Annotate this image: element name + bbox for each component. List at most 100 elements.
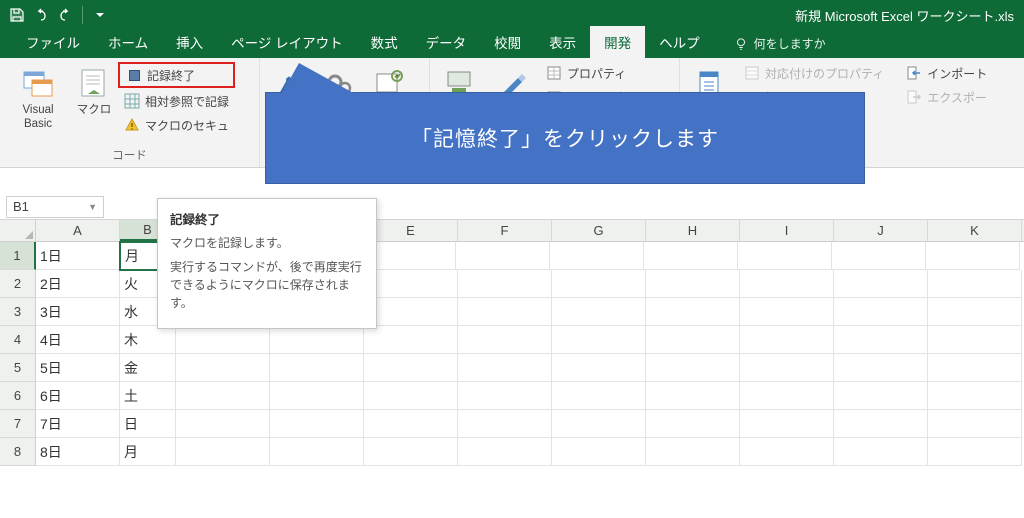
cell[interactable]: [364, 326, 458, 354]
undo-button[interactable]: [30, 3, 52, 27]
cell[interactable]: [740, 410, 834, 438]
cell[interactable]: [928, 298, 1022, 326]
cell[interactable]: [552, 270, 646, 298]
cell[interactable]: [928, 270, 1022, 298]
cell[interactable]: [646, 326, 740, 354]
cell[interactable]: [270, 354, 364, 382]
cell[interactable]: [270, 382, 364, 410]
cell[interactable]: [740, 270, 834, 298]
cell[interactable]: [552, 410, 646, 438]
cell[interactable]: [364, 270, 458, 298]
cell[interactable]: [928, 354, 1022, 382]
cell[interactable]: [740, 326, 834, 354]
cell[interactable]: 5日: [36, 354, 120, 382]
tab-layout[interactable]: ページ レイアウト: [217, 26, 356, 58]
cell[interactable]: [270, 438, 364, 466]
cell[interactable]: [364, 410, 458, 438]
col-header-K[interactable]: K: [928, 220, 1022, 241]
cell[interactable]: [364, 382, 458, 410]
row-header[interactable]: 7: [0, 410, 36, 438]
cell[interactable]: [834, 354, 928, 382]
cell[interactable]: [458, 410, 552, 438]
cell[interactable]: [364, 438, 458, 466]
cell[interactable]: [926, 242, 1020, 270]
cell[interactable]: [834, 438, 928, 466]
cell[interactable]: [176, 410, 270, 438]
cell[interactable]: [646, 354, 740, 382]
cell[interactable]: 6日: [36, 382, 120, 410]
tab-insert[interactable]: 挿入: [162, 26, 217, 58]
tab-formulas[interactable]: 数式: [357, 26, 412, 58]
col-header-J[interactable]: J: [834, 220, 928, 241]
cell[interactable]: [270, 410, 364, 438]
cell[interactable]: [552, 326, 646, 354]
cell[interactable]: [832, 242, 926, 270]
tab-home[interactable]: ホーム: [94, 26, 162, 58]
col-header-E[interactable]: E: [364, 220, 458, 241]
cell[interactable]: [928, 382, 1022, 410]
col-header-F[interactable]: F: [458, 220, 552, 241]
row-header[interactable]: 4: [0, 326, 36, 354]
cell[interactable]: 2日: [36, 270, 120, 298]
cell[interactable]: [834, 298, 928, 326]
cell[interactable]: 3日: [36, 298, 120, 326]
save-button[interactable]: [6, 3, 28, 27]
redo-button[interactable]: [54, 3, 76, 27]
cell[interactable]: [740, 382, 834, 410]
cell[interactable]: [552, 438, 646, 466]
row-header[interactable]: 2: [0, 270, 36, 298]
worksheet-grid[interactable]: A B C D E F G H I J K 11日月22日火33日水44日木55…: [0, 220, 1024, 466]
cell[interactable]: [458, 438, 552, 466]
tab-data[interactable]: データ: [412, 26, 481, 58]
cell[interactable]: [458, 382, 552, 410]
cell[interactable]: [740, 354, 834, 382]
tab-help[interactable]: ヘルプ: [645, 26, 714, 58]
col-header-G[interactable]: G: [552, 220, 646, 241]
cell[interactable]: [458, 270, 552, 298]
cell[interactable]: [834, 326, 928, 354]
row-header[interactable]: 1: [0, 242, 36, 270]
col-header-A[interactable]: A: [36, 220, 120, 241]
cell[interactable]: [270, 326, 364, 354]
cell[interactable]: 1日: [36, 242, 120, 270]
cell[interactable]: 月: [120, 438, 176, 466]
cell[interactable]: [176, 438, 270, 466]
cell[interactable]: [740, 438, 834, 466]
cell[interactable]: [928, 326, 1022, 354]
cell[interactable]: [834, 270, 928, 298]
tell-me-search[interactable]: 何をしますか: [724, 29, 836, 58]
cell[interactable]: [646, 410, 740, 438]
cell[interactable]: 7日: [36, 410, 120, 438]
cell[interactable]: [928, 438, 1022, 466]
relative-reference-button[interactable]: 相対参照で記録: [118, 90, 235, 112]
cell[interactable]: 8日: [36, 438, 120, 466]
cell[interactable]: [458, 326, 552, 354]
cell[interactable]: [552, 382, 646, 410]
cell[interactable]: [646, 298, 740, 326]
stop-recording-button[interactable]: 記録終了: [118, 62, 235, 88]
cell[interactable]: [646, 382, 740, 410]
tab-developer[interactable]: 開発: [590, 26, 645, 58]
cell[interactable]: 金: [120, 354, 176, 382]
cell[interactable]: [456, 242, 550, 270]
cell[interactable]: [552, 298, 646, 326]
cell[interactable]: [646, 438, 740, 466]
export-button[interactable]: エクスポー: [900, 86, 993, 108]
cell[interactable]: [738, 242, 832, 270]
tab-view[interactable]: 表示: [535, 26, 590, 58]
cell[interactable]: 土: [120, 382, 176, 410]
col-header-I[interactable]: I: [740, 220, 834, 241]
cell[interactable]: [834, 410, 928, 438]
cell[interactable]: [834, 382, 928, 410]
cell[interactable]: [646, 270, 740, 298]
properties-button[interactable]: プロパティ: [540, 62, 645, 84]
visual-basic-button[interactable]: Visual Basic: [6, 62, 70, 136]
cell[interactable]: [740, 298, 834, 326]
macros-button[interactable]: マクロ: [74, 62, 114, 122]
cell[interactable]: [552, 354, 646, 382]
row-header[interactable]: 8: [0, 438, 36, 466]
name-box[interactable]: B1 ▼: [6, 196, 104, 218]
col-header-H[interactable]: H: [646, 220, 740, 241]
cell[interactable]: 4日: [36, 326, 120, 354]
cell[interactable]: [176, 354, 270, 382]
